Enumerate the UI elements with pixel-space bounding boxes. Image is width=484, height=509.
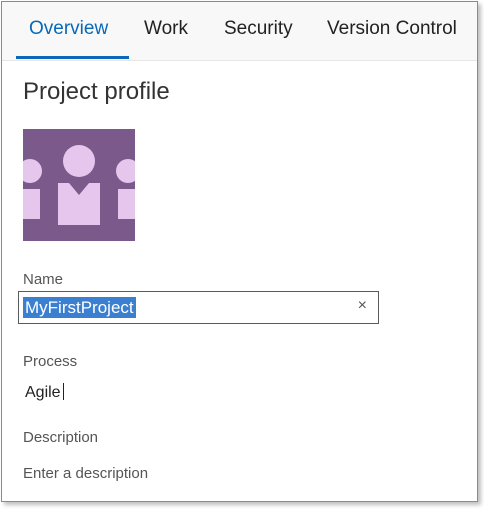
tab-security[interactable]: Security xyxy=(224,18,293,40)
text-cursor xyxy=(62,383,64,400)
project-settings-panel: Overview Work Security Version Control P… xyxy=(1,1,478,502)
name-label: Name xyxy=(23,271,64,288)
tab-overview[interactable]: Overview xyxy=(29,18,108,40)
active-tab-indicator xyxy=(16,56,129,59)
process-value: Agile xyxy=(25,384,61,401)
tab-work[interactable]: Work xyxy=(144,18,188,40)
process-label: Process xyxy=(23,353,78,370)
name-value[interactable]: MyFirstProject xyxy=(23,297,136,318)
description-field[interactable]: Enter a description xyxy=(23,465,148,482)
team-people-icon xyxy=(23,129,135,241)
close-icon[interactable]: × xyxy=(358,297,367,315)
description-label: Description xyxy=(23,429,99,446)
tab-version-control[interactable]: Version Control xyxy=(327,18,457,40)
tab-bar: Overview Work Security Version Control xyxy=(2,2,477,61)
name-input[interactable]: MyFirstProject × xyxy=(18,291,379,324)
page-title: Project profile xyxy=(23,78,170,105)
process-value-field[interactable]: Agile xyxy=(25,383,64,402)
project-avatar[interactable] xyxy=(23,129,135,241)
